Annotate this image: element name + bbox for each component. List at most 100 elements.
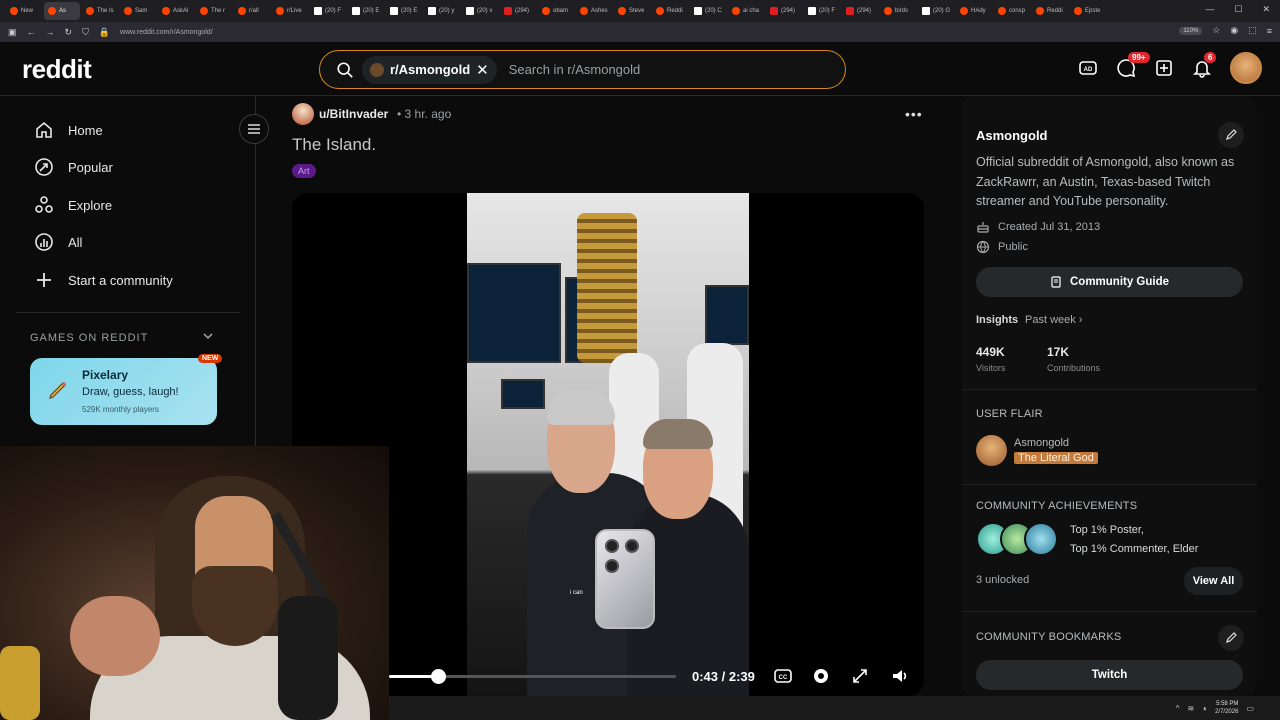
sidebar-toggle-icon[interactable]: ▣ [8,27,17,38]
chip-close-icon[interactable]: ✕ [476,61,489,79]
tab-label: r/all [249,8,259,14]
browser-tab[interactable]: (20) C [690,2,726,20]
ads-icon[interactable]: AD [1078,58,1098,78]
edit-bookmarks-button[interactable] [1218,625,1244,651]
tab-favicon-icon [238,7,246,15]
browser-tab[interactable]: obam [538,2,574,20]
browser-tab[interactable]: (20) G [918,2,954,20]
sidebar-item-all[interactable]: All [34,232,82,252]
tray-chevron-icon[interactable]: ^ [1176,704,1180,713]
game-subtitle: Draw, guess, laugh! [82,386,179,398]
menu-icon[interactable]: ≡ [1267,26,1272,36]
chat-button[interactable]: 99+ [1116,52,1150,78]
search-input[interactable]: Search in r/Asmongold [509,62,641,77]
volume-icon[interactable] [890,666,910,686]
create-post-icon[interactable] [1154,58,1174,78]
browser-tab[interactable]: Epste [1070,2,1106,20]
browser-tab[interactable]: (20) y [424,2,460,20]
browser-tab[interactable]: Sam [120,2,156,20]
tab-favicon-icon [276,7,284,15]
browser-tab[interactable]: (294) [842,2,878,20]
chat-badge: 99+ [1128,52,1150,63]
post-author[interactable]: u/BitInvader [319,107,388,121]
browser-tab[interactable]: (20) E [386,2,422,20]
notifications-button[interactable]: 6 [1192,52,1217,78]
post-author-avatar[interactable] [292,103,314,125]
account-icon[interactable]: ◉ [1230,25,1238,36]
captions-icon[interactable]: CC [773,666,793,686]
browser-tab[interactable]: The r [196,2,232,20]
sidebar-item-explore[interactable]: Explore [34,195,112,215]
user-flair-avatar[interactable] [976,435,1007,466]
url-field[interactable]: www.reddit.com/r/Asmongold/ [120,29,213,36]
scrubber-handle[interactable] [430,669,446,684]
post-flair[interactable]: Art [292,164,316,178]
edit-community-button[interactable] [1218,122,1244,148]
clock[interactable]: 5:58 PM 2/7/2026 [1215,700,1238,716]
post-more-button[interactable]: ••• [905,106,923,122]
browser-tab[interactable]: (20) v [462,2,498,20]
browser-tab[interactable]: Reddi [1032,2,1068,20]
reddit-logo[interactable]: reddit [22,54,92,85]
collapse-sidebar-button[interactable] [239,114,269,144]
search-bar[interactable]: r/Asmongold ✕ Search in r/Asmongold [319,50,846,89]
maximize-icon[interactable]: ☐ [1234,4,1242,15]
browser-tab[interactable]: birds [880,2,916,20]
achievement-badge-icon[interactable] [1024,522,1058,556]
extensions-icon[interactable]: ⬚ [1248,25,1257,36]
video-scrubber[interactable] [389,669,676,684]
notification-center-icon[interactable]: ▭ [1246,704,1254,713]
speaker-icon[interactable]: ◖ [1202,704,1207,713]
sidebar-item-start-community[interactable]: Start a community [34,270,173,290]
bookmark-star-icon[interactable]: ☆ [1212,25,1220,36]
browser-tab[interactable]: Steve [614,2,650,20]
browser-tab[interactable]: Reddi [652,2,688,20]
browser-tab[interactable]: HAdy [956,2,992,20]
tab-label: (20) E [363,8,380,14]
browser-tab[interactable]: (20) E [348,2,384,20]
browser-tab[interactable]: ai cha [728,2,764,20]
browser-tab[interactable]: (294) [500,2,536,20]
all-icon [35,233,53,251]
forward-icon[interactable]: → [46,27,55,37]
game-card-pixelary[interactable]: Pixelary Draw, guess, laugh! 529K monthl… [30,358,217,425]
back-icon[interactable]: ← [27,27,36,37]
sidebar-item-popular[interactable]: Popular [34,157,113,177]
insights-period-dropdown[interactable]: Past week › [1025,314,1082,326]
browser-tab[interactable]: Ashes [576,2,612,20]
subreddit-chip[interactable]: r/Asmongold ✕ [362,55,497,84]
close-window-icon[interactable]: ✕ [1262,4,1270,15]
zoom-level[interactable]: 110% [1179,26,1203,35]
post-title[interactable]: The Island. [292,135,376,155]
browser-tab[interactable]: r/Live [272,2,308,20]
minimize-icon[interactable]: — [1205,4,1214,15]
clock-date: 2/7/2026 [1215,709,1239,715]
browser-tab[interactable]: The Is [82,2,118,20]
sidebar-item-home[interactable]: Home [34,120,103,140]
browser-tab[interactable]: As [44,2,80,20]
tab-label: Reddi [1047,8,1063,14]
browser-tab[interactable]: consp [994,2,1030,20]
browser-tab[interactable]: New [6,2,42,20]
browser-tab[interactable]: (294) [766,2,802,20]
chevron-down-icon[interactable] [202,330,214,342]
fullscreen-icon[interactable] [850,666,870,686]
user-flair-name[interactable]: Asmongold [1014,437,1069,449]
settings-gear-icon[interactable] [811,666,831,686]
reload-icon[interactable]: ↻ [65,27,73,38]
browser-tab[interactable]: (20) F [310,2,346,20]
browser-tab[interactable]: AskAl [158,2,194,20]
wifi-icon[interactable]: ≋ [1188,704,1195,713]
plus-icon [37,273,51,287]
view-all-button[interactable]: View All [1184,567,1243,595]
games-heading[interactable]: GAMES ON REDDIT [30,332,148,344]
bookmark-twitch-button[interactable]: Twitch [976,660,1243,690]
user-flair-tag[interactable]: The Literal God [1014,452,1098,464]
camera-lens [625,539,639,553]
user-avatar[interactable] [1230,52,1262,84]
browser-tab[interactable]: r/all [234,2,270,20]
browser-tab[interactable]: (20) F [804,2,840,20]
shield-icon[interactable]: ⛉ [82,27,89,38]
community-guide-button[interactable]: Community Guide [976,267,1243,297]
tab-favicon-icon [200,7,208,15]
